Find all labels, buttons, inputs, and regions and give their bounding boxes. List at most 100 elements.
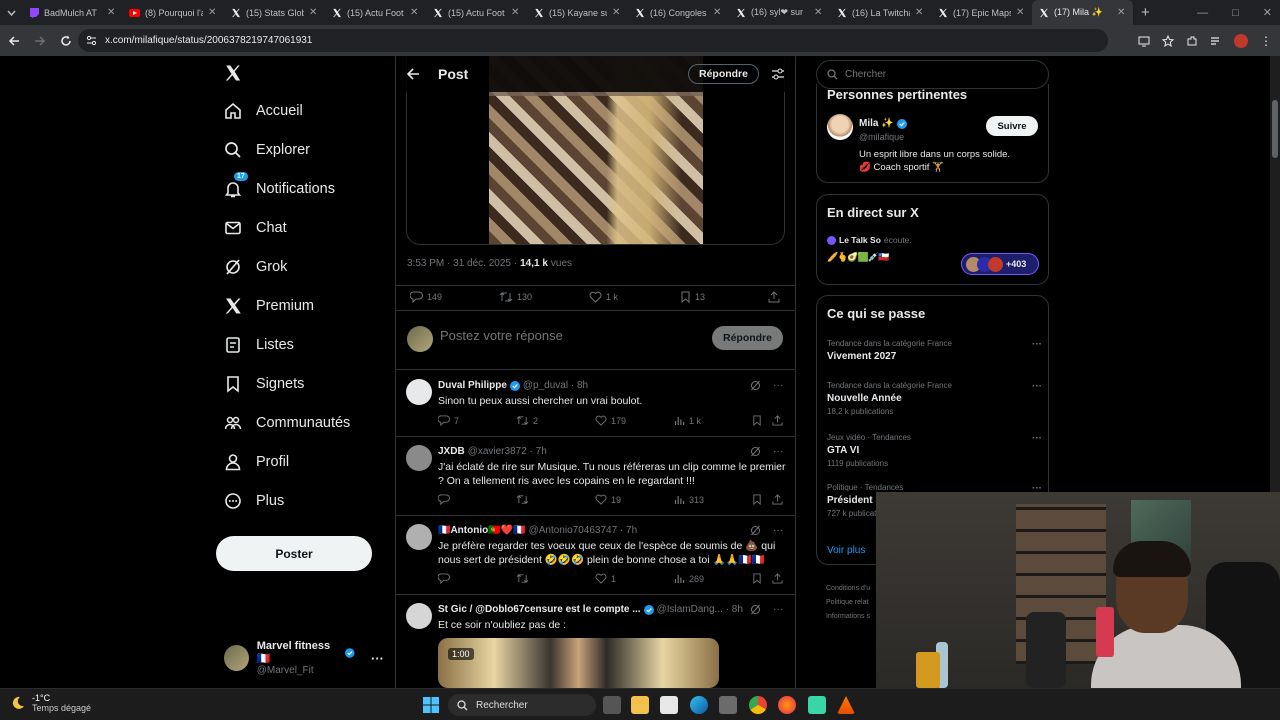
- reply-author-handle[interactable]: @Antonio70463747 · 7h: [529, 525, 638, 536]
- nav-item-plus[interactable]: Plus: [224, 492, 284, 510]
- nav-item-accueil[interactable]: Accueil: [224, 102, 303, 120]
- tab-close-icon[interactable]: ✕: [208, 7, 218, 18]
- cast-icon[interactable]: [1138, 35, 1150, 47]
- more-horizontal-icon[interactable]: ···: [773, 446, 783, 457]
- chrome-icon[interactable]: [749, 696, 767, 714]
- bookmark-action[interactable]: 13: [680, 291, 705, 303]
- vlc-icon[interactable]: [837, 696, 855, 714]
- more-horizontal-icon[interactable]: ···: [773, 525, 783, 536]
- grok-icon[interactable]: [750, 446, 761, 457]
- browser-tab[interactable]: (15) Actu Foot ✕: [426, 0, 527, 25]
- reply-action[interactable]: 7: [438, 415, 459, 426]
- more-horizontal-icon[interactable]: ···: [773, 380, 783, 391]
- live-listeners[interactable]: +403: [961, 253, 1039, 275]
- reload-button[interactable]: [54, 29, 78, 53]
- bookmark-action[interactable]: [752, 494, 762, 505]
- trend-item[interactable]: Jeux vidéo · Tendances GTA VI 1119 publica…: [827, 433, 1042, 468]
- profile-avatar[interactable]: [1234, 33, 1248, 48]
- browser-tab[interactable]: (17) Mila ✨ ✕: [1032, 0, 1133, 25]
- footer-link[interactable]: Politique relat: [826, 596, 870, 610]
- nav-item-chat[interactable]: Chat: [224, 219, 287, 237]
- tab-close-icon[interactable]: ✕: [511, 7, 521, 18]
- reply-item[interactable]: St Gic / @Doblo67censure est le compte .…: [396, 595, 795, 688]
- nav-item-grok[interactable]: Grok: [224, 258, 287, 276]
- windows-start-icon[interactable]: [422, 696, 440, 714]
- minimize-icon[interactable]: —: [1197, 7, 1208, 19]
- browser-tab[interactable]: (8) Pourquoi l'a ✕: [123, 0, 224, 25]
- post-button[interactable]: Poster: [216, 536, 372, 571]
- reply-action[interactable]: 149: [410, 291, 442, 303]
- browser-tab[interactable]: (17) Epic Maps ✕: [931, 0, 1032, 25]
- reply-author-name[interactable]: Duval Philippe: [438, 380, 507, 391]
- views-action[interactable]: 313: [674, 494, 704, 505]
- nav-item-explorer[interactable]: Explorer: [224, 141, 310, 159]
- maximize-icon[interactable]: □: [1232, 7, 1239, 19]
- like-action[interactable]: 19: [595, 494, 621, 505]
- reply-action[interactable]: [438, 573, 454, 584]
- file-explorer-icon[interactable]: [631, 696, 649, 714]
- app-icon[interactable]: [808, 696, 826, 714]
- tab-close-icon[interactable]: ✕: [713, 7, 723, 18]
- tab-close-icon[interactable]: ✕: [1117, 7, 1127, 18]
- browser-tab[interactable]: (16) Congoles ✕: [628, 0, 729, 25]
- more-horizontal-icon[interactable]: ···: [1032, 381, 1042, 392]
- who-name[interactable]: Mila ✨: [859, 118, 894, 129]
- nav-item-signets[interactable]: Signets: [224, 375, 304, 393]
- tab-close-icon[interactable]: ✕: [814, 7, 824, 18]
- nav-item-communautes[interactable]: Communautés: [224, 414, 350, 432]
- browser-tab[interactable]: (16) La Twitcha ✕: [830, 0, 931, 25]
- tab-close-icon[interactable]: ✕: [915, 7, 925, 18]
- share-action[interactable]: [768, 291, 780, 303]
- tab-close-icon[interactable]: ✕: [1016, 7, 1026, 18]
- reply-author-handle[interactable]: @xavier3872 · 7h: [468, 446, 547, 457]
- more-horizontal-icon[interactable]: ···: [1032, 433, 1042, 444]
- nav-item-profil[interactable]: Profil: [224, 453, 289, 471]
- tab-close-icon[interactable]: ✕: [309, 7, 319, 18]
- trend-item[interactable]: Tendance dans la catégorie France Vivemen…: [827, 339, 1042, 362]
- grok-icon[interactable]: [750, 380, 761, 391]
- forward-button[interactable]: [28, 29, 52, 53]
- browser-tab[interactable]: (15) Actu Foot ✕: [325, 0, 426, 25]
- browser-tab[interactable]: (16) syl❤ sur ✕: [729, 0, 830, 25]
- extensions-icon[interactable]: [1186, 35, 1198, 47]
- back-arrow-icon[interactable]: [406, 67, 420, 81]
- views-action[interactable]: 269: [674, 573, 704, 584]
- live-host[interactable]: Le Talk So: [839, 235, 881, 245]
- like-action[interactable]: 1 k: [589, 291, 618, 303]
- close-icon[interactable]: ✕: [1263, 6, 1272, 19]
- reply-author-handle[interactable]: @IslamDang... · 8h: [657, 604, 743, 615]
- show-more-link[interactable]: Voir plus: [827, 545, 865, 556]
- nav-item-notifications[interactable]: 17 Notifications: [224, 172, 335, 198]
- account-switcher[interactable]: Marvel fitness 🇫🇷 @Marvel_Fit ···: [224, 640, 384, 676]
- reply-item[interactable]: 🇫🇷Antonio🇵🇹❤️🇫🇷 @Antonio70463747 · 7h ··· J…: [396, 516, 795, 595]
- taskbar-search[interactable]: Rechercher: [448, 694, 596, 716]
- browser-tab[interactable]: (15) Kayane su ✕: [527, 0, 628, 25]
- more-horizontal-icon[interactable]: ···: [1032, 339, 1042, 350]
- like-action[interactable]: 179: [595, 415, 626, 426]
- reply-author-name[interactable]: JXDB: [438, 446, 465, 457]
- back-button[interactable]: [2, 29, 26, 53]
- tab-close-icon[interactable]: ✕: [107, 7, 117, 18]
- repost-action[interactable]: 2: [516, 415, 538, 426]
- weather-widget[interactable]: -1°C Temps dégagé: [10, 693, 91, 713]
- star-icon[interactable]: [1162, 34, 1174, 47]
- notepad-icon[interactable]: [660, 696, 678, 714]
- bookmark-action[interactable]: [752, 415, 762, 426]
- reply-avatar[interactable]: [406, 445, 432, 471]
- reply-avatar[interactable]: [406, 379, 432, 405]
- reply-author-name[interactable]: 🇫🇷Antonio🇵🇹❤️🇫🇷: [438, 525, 526, 536]
- repost-action[interactable]: 130: [499, 291, 532, 303]
- share-action[interactable]: [772, 415, 783, 426]
- new-tab-button[interactable]: +: [1141, 4, 1161, 21]
- reply-item[interactable]: JXDB @xavier3872 · 7h ··· J'ai éclaté de ri…: [396, 437, 795, 516]
- grok-icon[interactable]: [750, 604, 761, 615]
- bookmark-action[interactable]: [752, 573, 762, 584]
- repost-action[interactable]: [516, 494, 533, 505]
- store-icon[interactable]: [719, 696, 737, 714]
- nav-item-premium[interactable]: Premium: [224, 297, 314, 315]
- like-action[interactable]: 1: [595, 573, 616, 584]
- reply-action[interactable]: [438, 494, 454, 505]
- repost-action[interactable]: [516, 573, 533, 584]
- tab-close-icon[interactable]: ✕: [410, 7, 420, 18]
- browser-menu-icon[interactable]: ⋮: [1260, 35, 1272, 47]
